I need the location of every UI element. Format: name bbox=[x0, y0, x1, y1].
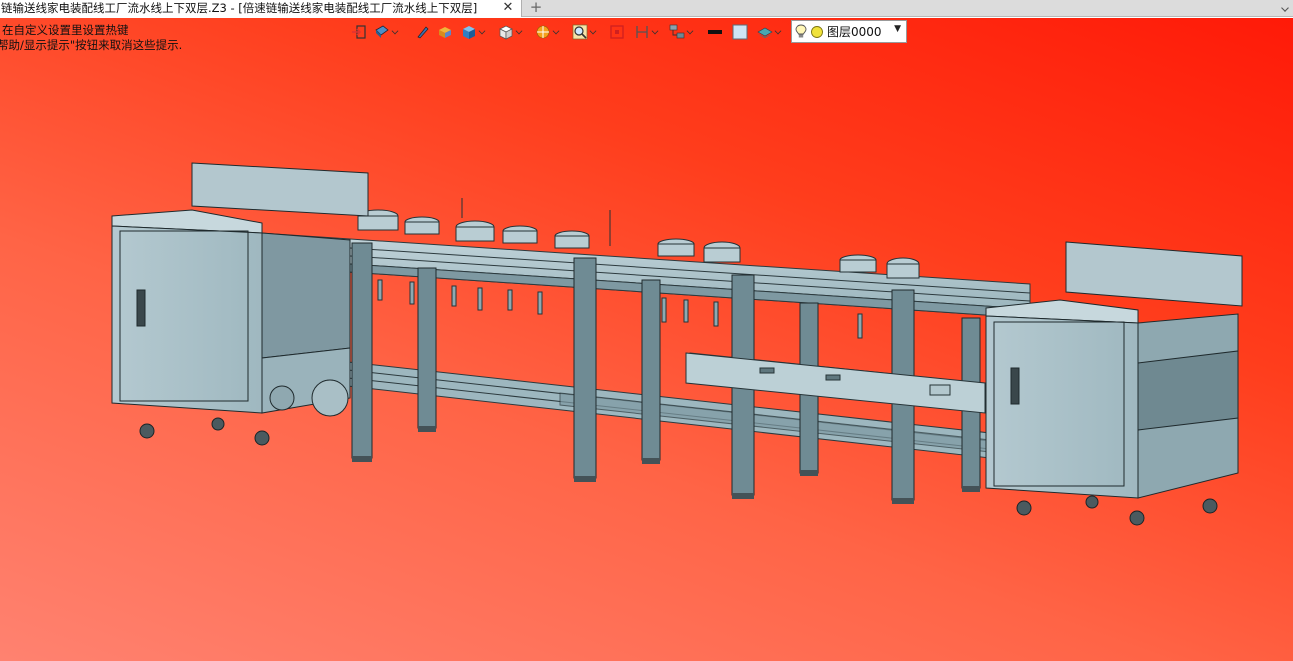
chevron-down-icon bbox=[651, 27, 659, 34]
line-color-button[interactable] bbox=[707, 23, 723, 41]
zoom-button[interactable] bbox=[572, 23, 597, 41]
layer-select[interactable]: 图层0000 ▼ bbox=[791, 20, 907, 43]
hint-text-line-1: 在自定义设置里设置热键 bbox=[2, 23, 129, 37]
face-color-icon bbox=[732, 24, 748, 40]
orientation-icon bbox=[536, 25, 550, 39]
light-bulb-icon bbox=[795, 24, 807, 38]
layer-stack-button[interactable] bbox=[757, 23, 782, 41]
chevron-down-icon bbox=[552, 27, 560, 34]
tab-scroll-icon[interactable] bbox=[1281, 4, 1289, 12]
chevron-down-icon bbox=[589, 27, 597, 34]
chevron-down-icon bbox=[774, 27, 782, 34]
hint-text-line-2: 帮助/显示提示"按钮来取消这些提示. bbox=[0, 38, 183, 52]
view-cube-icon bbox=[499, 25, 513, 40]
layer-name: 图层0000 bbox=[827, 25, 882, 39]
face-color-button[interactable] bbox=[732, 23, 748, 41]
document-tab-title: 链输送线家电装配线工厂流水线上下双层.Z3 - [倍速链输送线家电装配线工厂流水… bbox=[1, 1, 478, 15]
pen-button[interactable] bbox=[415, 23, 431, 41]
material-icon bbox=[439, 27, 451, 38]
exit-icon bbox=[352, 25, 366, 39]
left-cabinet bbox=[111, 162, 369, 417]
hierarchy-icon bbox=[669, 24, 685, 39]
chevron-down-icon: ▼ bbox=[894, 24, 901, 34]
render-mode-icon bbox=[375, 25, 389, 38]
close-icon[interactable]: ✕ bbox=[501, 1, 515, 15]
view-cube-button[interactable] bbox=[498, 23, 523, 41]
zoom-icon bbox=[572, 24, 588, 40]
exit-button[interactable] bbox=[351, 23, 367, 41]
document-tab[interactable]: 链输送线家电装配线工厂流水线上下双层.Z3 - [倍速链输送线家电装配线工厂流水… bbox=[0, 0, 522, 17]
material-button[interactable] bbox=[437, 23, 453, 41]
layer-stack-icon bbox=[757, 27, 773, 38]
chevron-down-icon bbox=[478, 27, 486, 34]
hierarchy-button[interactable] bbox=[669, 23, 694, 41]
shaded-cube-icon bbox=[463, 26, 475, 39]
zoom-extents-icon bbox=[610, 25, 624, 39]
right-cabinet bbox=[985, 241, 1243, 499]
3d-viewport[interactable]: 在自定义设置里设置热键 帮助/显示提示"按钮来取消这些提示. 图层0000 ▼ bbox=[0, 18, 1293, 661]
zoom-extents-button[interactable] bbox=[609, 23, 625, 41]
chevron-down-icon bbox=[686, 27, 694, 34]
section-button[interactable] bbox=[634, 23, 659, 41]
tab-bar: 链输送线家电装配线工厂流水线上下双层.Z3 - [倍速链输送线家电装配线工厂流水… bbox=[0, 0, 1293, 17]
view-toolbar: 图层0000 ▼ bbox=[347, 20, 907, 44]
section-icon bbox=[636, 26, 648, 38]
chevron-down-icon bbox=[515, 27, 523, 34]
left-casters bbox=[139, 417, 270, 446]
line-color-icon bbox=[708, 30, 722, 34]
right-casters bbox=[1016, 495, 1218, 526]
chevron-down-icon bbox=[391, 27, 399, 34]
new-tab-button[interactable]: + bbox=[529, 0, 543, 16]
conveyor-model bbox=[111, 162, 1243, 526]
layer-status-icon bbox=[811, 25, 823, 38]
pen-icon bbox=[417, 26, 429, 39]
render-mode-button[interactable] bbox=[374, 23, 399, 41]
shaded-cube-button[interactable] bbox=[461, 23, 486, 41]
orientation-button[interactable] bbox=[535, 23, 560, 41]
